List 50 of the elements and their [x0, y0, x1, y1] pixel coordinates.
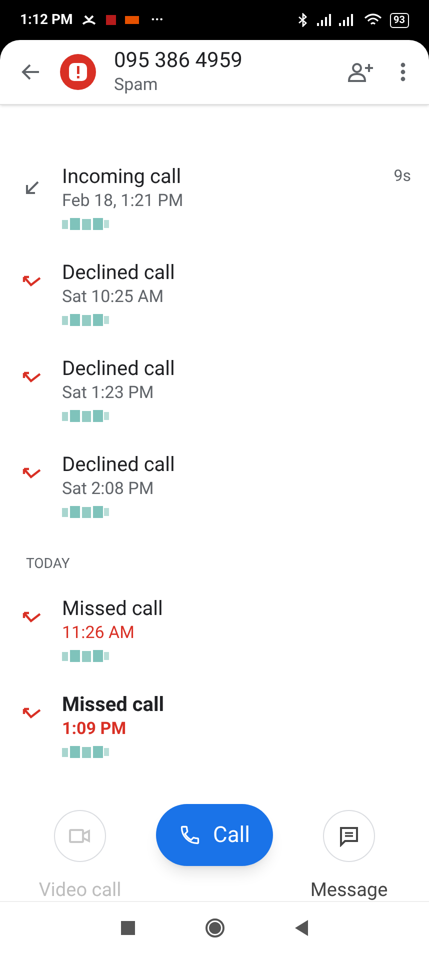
missed-arrow-icon [22, 467, 42, 481]
call-type: Declined call [62, 355, 176, 381]
signal-icon [338, 14, 356, 26]
home-nav-icon[interactable] [204, 918, 224, 938]
add-person-icon [348, 62, 374, 82]
missed-arrow-icon [22, 371, 42, 385]
incoming-arrow-icon [23, 179, 41, 197]
bluetooth-icon [298, 13, 308, 27]
recents-nav-icon[interactable] [120, 921, 134, 935]
message-button[interactable]: Message [299, 792, 399, 904]
call-time: Sat 1:23 PM [62, 382, 155, 405]
call-time: Feb 18, 1:21 PM [62, 190, 184, 213]
redacted-label [62, 313, 110, 327]
video-camera-icon [68, 827, 92, 845]
call-time: Sat 10:25 AM [62, 286, 165, 309]
redacted-label [62, 649, 110, 663]
battery-indicator: 93 [390, 12, 409, 28]
back-nav-icon[interactable] [294, 920, 308, 936]
call-button[interactable]: Call [156, 804, 273, 866]
missed-call-status-icon [80, 14, 97, 26]
redacted-label [62, 217, 110, 231]
call-type: Declined call [62, 451, 176, 477]
spam-label: Spam [114, 74, 159, 96]
call-duration: 9s [394, 165, 411, 187]
section-heading: TODAY [25, 555, 71, 574]
redacted-label [62, 745, 110, 759]
call-time: 1:09 PM [62, 718, 128, 741]
signal-icon [316, 14, 334, 26]
spam-warning-icon [60, 54, 96, 90]
app-notification-icon [124, 15, 139, 25]
redacted-label [62, 409, 110, 423]
more-vertical-icon [400, 62, 406, 82]
missed-arrow-icon [22, 275, 42, 289]
more-notifications: ··· [150, 10, 164, 30]
call-type: Missed call [62, 595, 164, 621]
back-arrow-icon [20, 63, 40, 81]
status-time: 1:12 PM [20, 10, 73, 30]
message-icon [338, 825, 360, 847]
app-notification-icon [104, 14, 117, 26]
call-time: 11:26 AM [62, 622, 136, 645]
missed-arrow-icon [22, 611, 42, 625]
call-type: Incoming call [62, 163, 182, 189]
phone-icon [179, 824, 201, 846]
call-time: Sat 2:08 PM [62, 478, 155, 501]
missed-arrow-icon [22, 707, 42, 721]
phone-number: 095 386 4959 [114, 48, 244, 74]
wifi-icon [364, 13, 382, 27]
call-type: Missed call [62, 691, 166, 717]
redacted-label [62, 505, 110, 519]
call-type: Declined call [62, 259, 176, 285]
